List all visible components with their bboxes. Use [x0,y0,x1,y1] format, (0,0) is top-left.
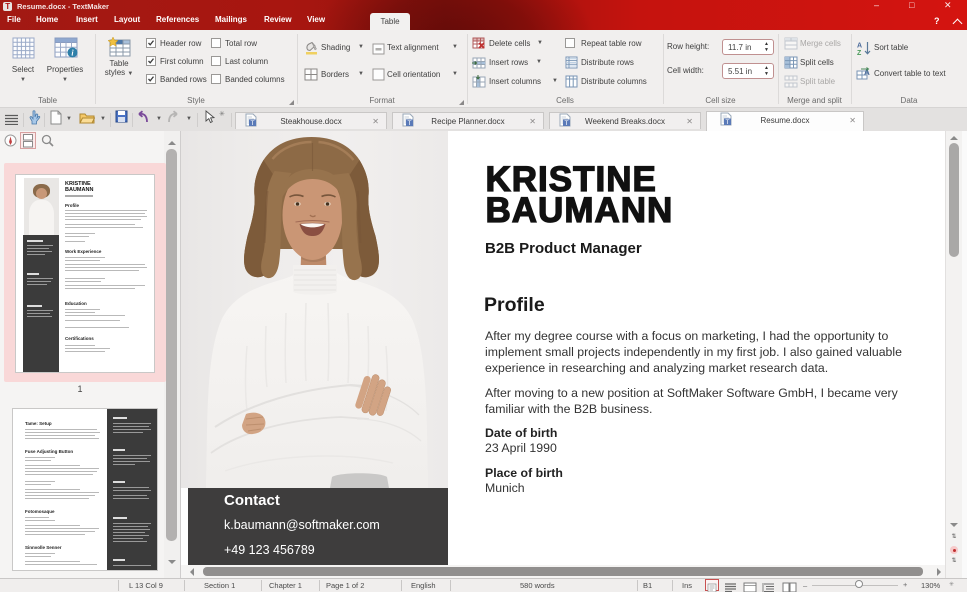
svg-text:T: T [251,120,255,127]
svg-text:A: A [857,43,862,50]
svg-text:T: T [726,119,730,126]
svg-text:T: T [408,120,412,127]
svg-text:T: T [565,120,569,127]
svg-text:Z: Z [857,50,862,55]
